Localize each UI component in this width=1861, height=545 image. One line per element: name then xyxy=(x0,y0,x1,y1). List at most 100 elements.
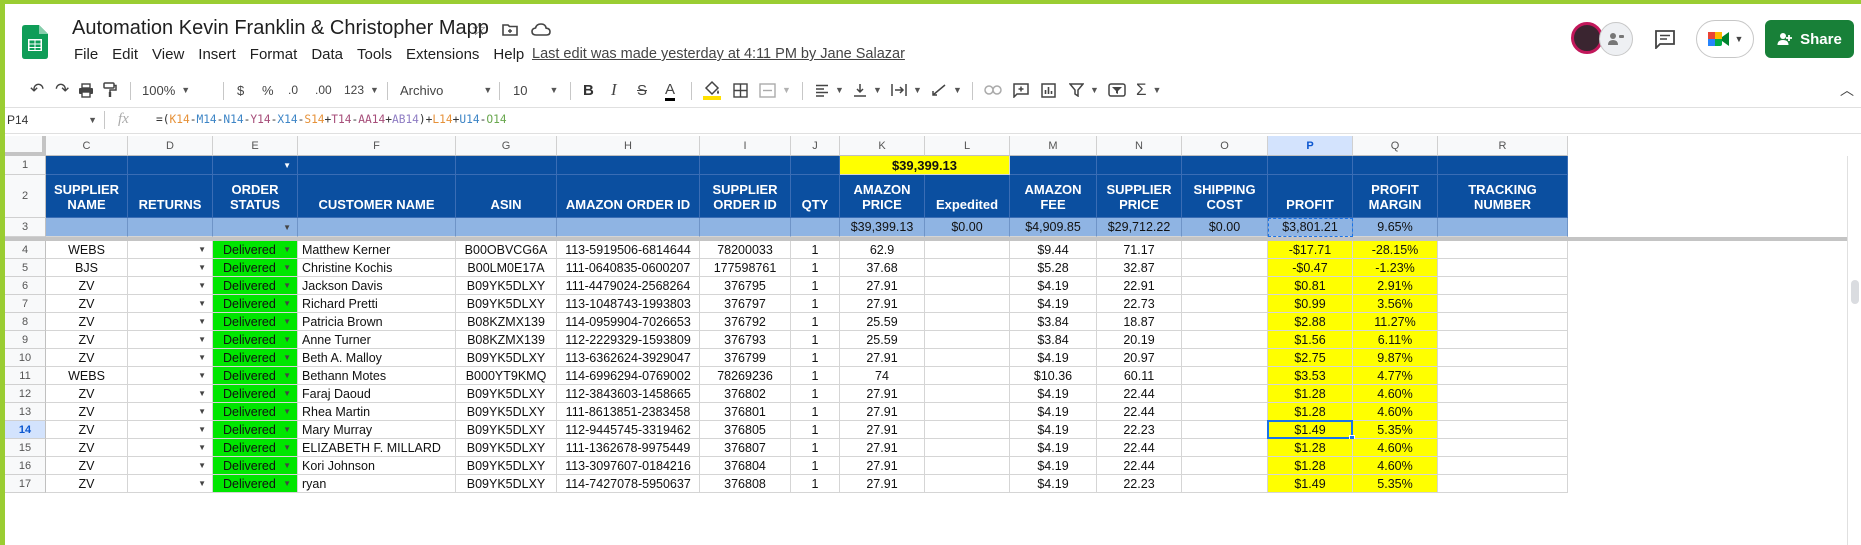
table-cell[interactable]: B09YK5DLXY xyxy=(456,439,557,457)
table-cell[interactable]: ZV xyxy=(46,385,128,403)
table-cell[interactable] xyxy=(1182,475,1268,493)
table-cell[interactable]: 111-4479024-2568264 xyxy=(557,277,700,295)
totals-cell[interactable]: $3,801.21 xyxy=(1268,218,1353,237)
column-title[interactable]: SUPPLIER PRICE xyxy=(1097,175,1182,218)
column-header-k[interactable]: K xyxy=(840,136,925,156)
column-header-l[interactable]: L xyxy=(925,136,1010,156)
dropdown-chevron-icon[interactable]: ▼ xyxy=(283,425,291,434)
table-cell[interactable] xyxy=(925,421,1010,439)
zoom-select[interactable]: 100% ▼ xyxy=(142,80,190,100)
table-cell[interactable]: ZV xyxy=(46,277,128,295)
table-cell[interactable]: 27.91 xyxy=(840,439,925,457)
table-cell[interactable] xyxy=(925,403,1010,421)
table-cell[interactable]: 1 xyxy=(791,259,840,277)
dropdown-chevron-icon[interactable]: ▼ xyxy=(283,371,291,380)
column-title[interactable]: Expedited xyxy=(925,175,1010,218)
order-status-chip[interactable]: Delivered ▼ xyxy=(213,277,298,295)
table-cell[interactable]: 113-3097607-0184216 xyxy=(557,457,700,475)
currency-format-button[interactable]: $ xyxy=(237,80,244,100)
dropdown-chevron-icon[interactable]: ▼ xyxy=(283,407,291,416)
table-cell[interactable]: ▼ xyxy=(128,457,213,475)
totals-cell[interactable]: $29,712.22 xyxy=(1097,218,1182,237)
bold-button[interactable]: B xyxy=(583,80,594,100)
insert-link-icon[interactable] xyxy=(984,80,1002,100)
table-cell[interactable]: ZV xyxy=(46,331,128,349)
decrease-decimal-button[interactable]: .0 xyxy=(288,80,298,100)
table-cell[interactable]: Faraj Daoud xyxy=(298,385,456,403)
table-cell[interactable] xyxy=(1438,349,1568,367)
table-cell[interactable]: 1 xyxy=(791,349,840,367)
vertical-scrollbar[interactable] xyxy=(1847,156,1861,545)
table-cell[interactable] xyxy=(1182,331,1268,349)
margin-cell[interactable]: 2.91% xyxy=(1353,277,1438,295)
row-header[interactable]: 12 xyxy=(5,385,46,403)
table-cell[interactable]: 22.23 xyxy=(1097,475,1182,493)
table-cell[interactable]: 22.44 xyxy=(1097,457,1182,475)
column-header-h[interactable]: H xyxy=(557,136,700,156)
table-cell[interactable]: 111-8613851-2383458 xyxy=(557,403,700,421)
table-cell[interactable]: 1 xyxy=(791,439,840,457)
table-cell[interactable]: ZV xyxy=(46,349,128,367)
column-title[interactable]: SUPPLIER ORDER ID xyxy=(700,175,791,218)
dropdown-chevron-icon[interactable]: ▼ xyxy=(283,161,291,170)
table-cell[interactable]: $4.19 xyxy=(1010,439,1097,457)
table-cell[interactable]: WEBS xyxy=(46,241,128,259)
table-cell[interactable]: 25.59 xyxy=(840,331,925,349)
margin-cell[interactable]: 5.35% xyxy=(1353,421,1438,439)
column-header-p[interactable]: P xyxy=(1268,136,1353,156)
fill-color-icon[interactable] xyxy=(703,80,721,100)
dropdown-chevron-icon[interactable]: ▼ xyxy=(198,425,206,434)
column-header-m[interactable]: M xyxy=(1010,136,1097,156)
dropdown-chevron-icon[interactable]: ▼ xyxy=(198,461,206,470)
row-header[interactable]: 4 xyxy=(5,241,46,259)
column-header-o[interactable]: O xyxy=(1182,136,1268,156)
table-cell[interactable]: 37.68 xyxy=(840,259,925,277)
insert-comment-icon[interactable] xyxy=(1013,80,1029,100)
dropdown-chevron-icon[interactable]: ▼ xyxy=(198,389,206,398)
dropdown-chevron-icon[interactable]: ▼ xyxy=(283,335,291,344)
table-cell[interactable]: $4.19 xyxy=(1010,295,1097,313)
table-cell[interactable] xyxy=(1438,475,1568,493)
dropdown-chevron-icon[interactable]: ▼ xyxy=(198,443,206,452)
dropdown-chevron-icon[interactable]: ▼ xyxy=(198,335,206,344)
profit-cell[interactable]: $1.49 xyxy=(1268,475,1353,493)
table-cell[interactable]: 27.91 xyxy=(840,403,925,421)
table-cell[interactable]: WEBS xyxy=(46,367,128,385)
scrollbar-thumb[interactable] xyxy=(1851,280,1859,304)
table-cell[interactable] xyxy=(1182,349,1268,367)
totals-cell[interactable]: ▼ xyxy=(213,218,298,237)
table-cell[interactable]: ▼ xyxy=(128,439,213,457)
table-cell[interactable]: 20.19 xyxy=(1097,331,1182,349)
table-cell[interactable]: 1 xyxy=(791,331,840,349)
italic-button[interactable]: I xyxy=(611,80,617,100)
table-cell[interactable]: 78200033 xyxy=(700,241,791,259)
name-box[interactable]: P14 ▼ xyxy=(7,113,97,127)
table-cell[interactable]: 27.91 xyxy=(840,475,925,493)
table-cell[interactable]: ZV xyxy=(46,475,128,493)
margin-cell[interactable]: -1.23% xyxy=(1353,259,1438,277)
order-status-chip[interactable]: Delivered ▼ xyxy=(213,439,298,457)
totals-cell[interactable]: $0.00 xyxy=(1182,218,1268,237)
row-header[interactable]: 14 xyxy=(5,421,46,439)
share-button[interactable]: Share xyxy=(1765,20,1854,58)
table-cell[interactable]: B09YK5DLXY xyxy=(456,295,557,313)
column-header-q[interactable]: Q xyxy=(1353,136,1438,156)
margin-cell[interactable]: 6.11% xyxy=(1353,331,1438,349)
table-cell[interactable]: 1 xyxy=(791,295,840,313)
merge-cells-icon[interactable]: ▼ xyxy=(759,80,791,100)
table-cell[interactable]: BJS xyxy=(46,259,128,277)
table-cell[interactable]: 18.87 xyxy=(1097,313,1182,331)
table-cell[interactable]: 376797 xyxy=(700,295,791,313)
order-status-chip[interactable]: Delivered ▼ xyxy=(213,241,298,259)
table-cell[interactable] xyxy=(925,457,1010,475)
table-cell[interactable] xyxy=(1438,295,1568,313)
table-cell[interactable]: ▼ xyxy=(128,367,213,385)
table-cell[interactable]: 114-6996294-0769002 xyxy=(557,367,700,385)
column-title[interactable]: TRACKING NUMBER xyxy=(1438,175,1568,218)
row-header[interactable]: 15 xyxy=(5,439,46,457)
header-band-cell[interactable] xyxy=(791,156,840,175)
table-cell[interactable]: 111-0640835-0600207 xyxy=(557,259,700,277)
table-cell[interactable]: 1 xyxy=(791,385,840,403)
column-title[interactable]: PROFIT xyxy=(1268,175,1353,218)
order-status-chip[interactable]: Delivered ▼ xyxy=(213,421,298,439)
